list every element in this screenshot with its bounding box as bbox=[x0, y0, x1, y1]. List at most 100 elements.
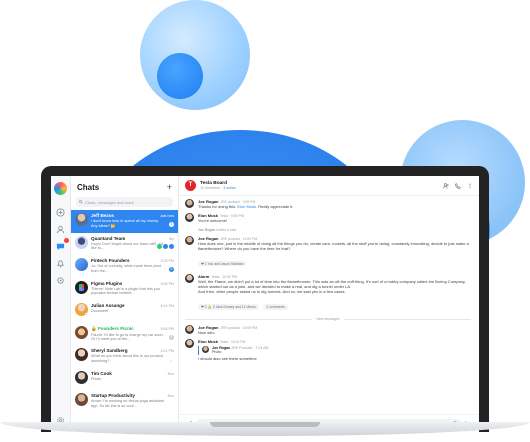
chat-time: 5:54 PM bbox=[160, 326, 174, 331]
call-actions bbox=[157, 243, 174, 249]
search-icon bbox=[79, 200, 83, 204]
unread-badge: 1 bbox=[169, 222, 174, 227]
chat-name: Fintech Founders bbox=[91, 258, 130, 263]
chat-time: Just now bbox=[159, 214, 174, 218]
message: Joe Rogan JRE podcast · 9:59 PM Thanks fo… bbox=[185, 199, 471, 209]
unread-badge: 5 bbox=[169, 334, 174, 340]
chat-name: Startup Productivity bbox=[91, 393, 135, 398]
chat-item-founders-picnic[interactable]: 🔒 Founders Picnic 5:54 PM Fauna: I'd like… bbox=[71, 323, 178, 346]
avatar bbox=[202, 345, 209, 353]
chat-list-panel: Chats + Chats, messages and more Jeff Be… bbox=[71, 176, 179, 432]
avatar bbox=[185, 235, 194, 245]
mention-link[interactable]: Elon Musk bbox=[237, 204, 256, 209]
chat-name: Julian Assange bbox=[91, 303, 125, 308]
chat-name: Sheryl Sandberg bbox=[91, 348, 128, 353]
search-placeholder: Chats, messages and more bbox=[85, 199, 134, 205]
chat-item-sheryl-sandberg[interactable]: Sheryl Sandberg 4:21 PM What do you think… bbox=[71, 345, 178, 368]
conversation-panel: T Tesla Board 12 members · 3 online Joe … bbox=[179, 176, 479, 432]
laptop-frame: Chats + Chats, messages and more Jeff Be… bbox=[41, 166, 489, 432]
message: Joe Rogan JRE podcast · 10:09 PM Now who bbox=[185, 324, 471, 335]
bell-icon[interactable] bbox=[55, 257, 67, 269]
search-input[interactable]: Chats, messages and more bbox=[76, 197, 173, 207]
new-messages-divider: New messages bbox=[185, 317, 471, 321]
message-meta: JRE podcast · 10:09 PM bbox=[220, 325, 258, 330]
laptop-notch bbox=[210, 422, 320, 427]
phone-icon[interactable] bbox=[455, 182, 461, 189]
message-text: Thanks for doing this. Elon Musk. Really… bbox=[198, 204, 294, 209]
unread-badge: 5 bbox=[169, 267, 174, 272]
add-user-icon[interactable] bbox=[443, 182, 449, 189]
chat-time: Nov bbox=[167, 371, 174, 376]
message-text: How does one, just in the middle of doin… bbox=[198, 240, 469, 252]
nav-rail bbox=[51, 176, 71, 432]
avatar bbox=[75, 303, 88, 316]
message-text: I should also see there sometime bbox=[198, 356, 257, 362]
avatar bbox=[75, 235, 88, 249]
chat-name: 🔒 Founders Picnic bbox=[91, 325, 134, 331]
video-icon[interactable] bbox=[157, 243, 162, 249]
chat-item-startup-productivity[interactable]: Startup Productivity Nov Aman: I'm workin… bbox=[71, 390, 178, 413]
avatar bbox=[185, 324, 194, 334]
chat-icon[interactable] bbox=[55, 238, 69, 252]
avatar bbox=[185, 213, 194, 223]
chat-preview: Ju: Out of curiosity, what made them piv… bbox=[91, 264, 162, 273]
message-author: Alarm bbox=[198, 273, 210, 279]
app-logo bbox=[54, 182, 67, 195]
contacts-icon[interactable] bbox=[55, 223, 67, 235]
decorative-bubble bbox=[157, 53, 203, 99]
online-indicator bbox=[85, 313, 88, 316]
promo-scene: Chats + Chats, messages and more Jeff Be… bbox=[0, 0, 530, 442]
chat-item-figma-plugins[interactable]: Figma Plugins 5:00 PM Theme: Note Lab is … bbox=[71, 278, 178, 301]
chat-time: 4:21 PM bbox=[160, 349, 174, 353]
avatar bbox=[75, 370, 88, 384]
avatar bbox=[185, 199, 194, 208]
avatar bbox=[75, 258, 88, 271]
chat-name: Quantand Team bbox=[91, 235, 126, 241]
chat-preview: Aman: I'm working on virtual yoga assist… bbox=[91, 399, 164, 408]
chat-time: 5:32 PM bbox=[160, 259, 174, 263]
chat-item-julian-assange[interactable]: Julian Assange 6:12 PM Document bbox=[71, 300, 178, 323]
chat-item-quantand-team[interactable]: Quantand Team 5m Guys! Don't forget about… bbox=[71, 233, 178, 256]
comments-pill[interactable]: 2 comments bbox=[263, 304, 288, 310]
chat-name: Tim Cook bbox=[91, 370, 112, 376]
message: Joe Rogan JRE podcast · 10:00 PM How does… bbox=[185, 235, 471, 270]
system-event: Joe Rogan invited a user bbox=[198, 227, 237, 232]
chat-item-jeff-bezos[interactable]: Jeff Bezos Just now I don't know how to s… bbox=[71, 210, 178, 233]
avatar bbox=[75, 348, 88, 361]
chat-time: 6:12 PM bbox=[160, 304, 174, 308]
chat-time: 5m bbox=[169, 236, 174, 241]
chat-item-tim-cook[interactable]: Tim Cook Nov Photo bbox=[71, 368, 178, 391]
reaction-pill[interactable]: ❤ 1 You and Jason Statham bbox=[198, 260, 247, 267]
figma-icon bbox=[75, 280, 88, 294]
conversation-members: 12 members · 3 online bbox=[200, 186, 236, 190]
quoted-message[interactable]: Joe Rogan JRE Podcast · 7:24 AM Photo bbox=[198, 345, 471, 355]
conversation-header: T Tesla Board 12 members · 3 online bbox=[179, 176, 479, 196]
reaction-pill[interactable]: ❤ 3 🙏 2 Jack Dorsey and 12 others bbox=[198, 304, 259, 310]
avatar bbox=[185, 339, 194, 349]
app-window: Chats + Chats, messages and more Jeff Be… bbox=[51, 176, 479, 432]
message-text: Well, the Flame, we didn't put a lot of … bbox=[198, 278, 466, 290]
message: Elon Musk Tesla · 10:01 PM Joe Rogan JRE … bbox=[185, 339, 471, 362]
avatar bbox=[75, 393, 88, 406]
chat-preview: Document bbox=[91, 309, 109, 313]
avatar bbox=[185, 273, 194, 283]
plus-icon[interactable]: + bbox=[167, 182, 172, 192]
message-author: Elon Musk bbox=[198, 339, 219, 345]
chat-time: Nov bbox=[167, 394, 174, 398]
chat-name: Jeff Bezos bbox=[91, 213, 114, 218]
avatar bbox=[75, 213, 88, 226]
chat-name: Figma Plugins bbox=[91, 280, 123, 286]
chat-item-fintech-founders[interactable]: Fintech Founders 5:32 PM Ju: Out of curio… bbox=[71, 255, 178, 278]
chat-list-title: Chats bbox=[77, 182, 100, 192]
compose-icon[interactable] bbox=[55, 206, 67, 218]
chat-preview: Theme: Note Lab is a plugin that lets yo… bbox=[91, 286, 161, 296]
decorative-bubble bbox=[140, 0, 250, 110]
phone-icon[interactable] bbox=[163, 243, 168, 249]
chat-preview: Photo bbox=[91, 376, 101, 381]
message-text: Now who bbox=[198, 329, 215, 335]
settings-icon[interactable] bbox=[55, 274, 67, 286]
chat-list-header: Chats + bbox=[71, 176, 178, 195]
more-icon[interactable] bbox=[467, 183, 473, 189]
avatar bbox=[75, 325, 88, 339]
share-icon[interactable] bbox=[169, 243, 174, 249]
